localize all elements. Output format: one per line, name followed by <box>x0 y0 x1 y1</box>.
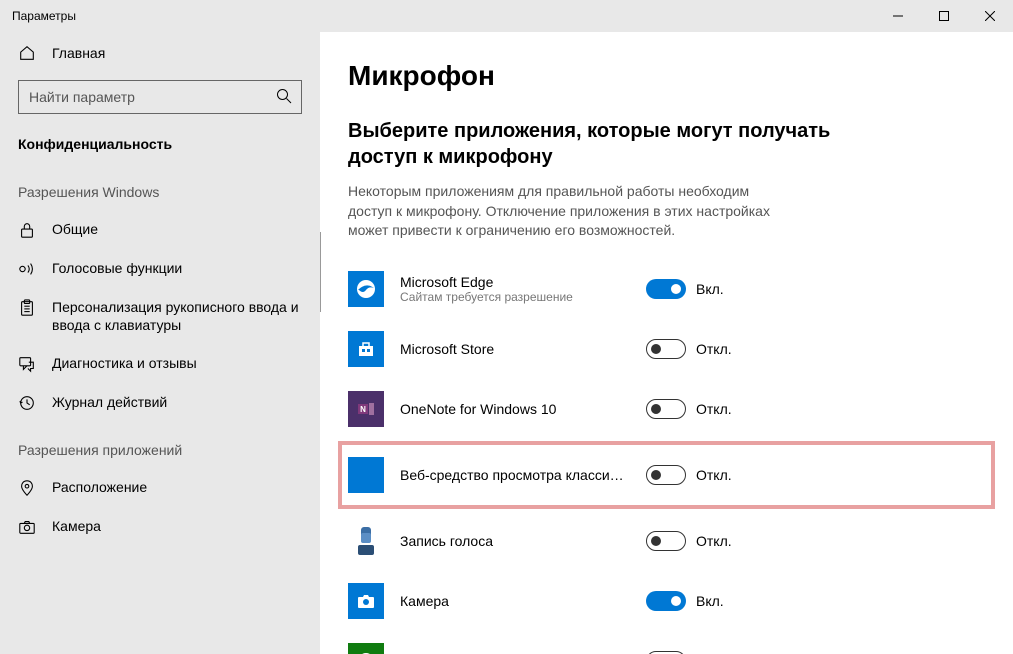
nav-label: Камера <box>52 517 302 535</box>
app-row-store: Microsoft Store Откл. <box>348 319 985 379</box>
nav-label: Расположение <box>52 478 302 496</box>
clipboard-icon <box>18 299 36 317</box>
feedback-icon <box>18 355 36 373</box>
search-icon <box>276 88 292 104</box>
app-name: Microsoft Store <box>400 341 630 357</box>
section-app-perms: Разрешения приложений <box>0 422 320 468</box>
section-windows-perms: Разрешения Windows <box>0 164 320 210</box>
titlebar: Параметры <box>0 0 1013 32</box>
app-row-edge: Microsoft Edge Сайтам требуется разрешен… <box>348 259 985 319</box>
toggle-label: Откл. <box>696 401 732 417</box>
window-title: Параметры <box>12 9 875 23</box>
camera-app-icon <box>348 583 384 619</box>
app-row-webviewer: Веб-средство просмотра классиче... Откл. <box>348 445 985 505</box>
category-header: Конфиденциальность <box>0 128 320 164</box>
toggle-onenote[interactable] <box>646 399 686 419</box>
nav-home-label: Главная <box>52 45 105 61</box>
edge-icon <box>348 271 384 307</box>
voicerecorder-icon <box>348 523 384 559</box>
app-row-xbox: Компаньон консоли Xbox Откл. <box>348 631 985 654</box>
nav-inking[interactable]: Персонализация рукописного ввода и ввода… <box>0 288 320 344</box>
page-title: Микрофон <box>348 60 985 92</box>
app-name: Запись голоса <box>400 533 630 549</box>
search-input[interactable] <box>18 80 302 114</box>
speech-icon <box>18 260 36 278</box>
nav-activity[interactable]: Журнал действий <box>0 383 320 422</box>
history-icon <box>18 394 36 412</box>
sidebar: Главная Конфиденциальность Разрешения Wi… <box>0 32 320 654</box>
webviewer-icon <box>348 457 384 493</box>
section-title: Выберите приложения, которые могут получ… <box>348 118 848 170</box>
toggle-label: Вкл. <box>696 593 724 609</box>
section-desc: Некоторым приложениям для правильной раб… <box>348 182 788 241</box>
nav-camera[interactable]: Камера <box>0 507 320 546</box>
app-sub: Сайтам требуется разрешение <box>400 290 630 304</box>
lock-icon <box>18 221 36 239</box>
nav-diagnostics[interactable]: Диагностика и отзывы <box>0 344 320 383</box>
toggle-label: Откл. <box>696 533 732 549</box>
app-name: Microsoft Edge <box>400 274 630 290</box>
nav-label: Общие <box>52 220 302 238</box>
nav-label: Журнал действий <box>52 393 302 411</box>
nav-speech[interactable]: Голосовые функции <box>0 249 320 288</box>
svg-text:N: N <box>360 405 366 414</box>
home-icon <box>18 44 36 62</box>
close-button[interactable] <box>967 0 1013 32</box>
app-name: Веб-средство просмотра классиче... <box>400 467 630 483</box>
store-icon <box>348 331 384 367</box>
highlight-box: Веб-средство просмотра классиче... Откл. <box>338 441 995 509</box>
toggle-label: Вкл. <box>696 281 724 297</box>
app-name: Камера <box>400 593 630 609</box>
toggle-label: Откл. <box>696 467 732 483</box>
toggle-webviewer[interactable] <box>646 465 686 485</box>
toggle-edge[interactable] <box>646 279 686 299</box>
app-row-voicerecorder: Запись голоса Откл. <box>348 511 985 571</box>
app-row-camera: Камера Вкл. <box>348 571 985 631</box>
nav-label: Персонализация рукописного ввода и ввода… <box>52 298 302 334</box>
minimize-button[interactable] <box>875 0 921 32</box>
app-row-onenote: N OneNote for Windows 10 Откл. <box>348 379 985 439</box>
toggle-label: Откл. <box>696 341 732 357</box>
xbox-icon <box>348 643 384 654</box>
nav-home[interactable]: Главная <box>0 32 320 74</box>
nav-location[interactable]: Расположение <box>0 468 320 507</box>
nav-label: Диагностика и отзывы <box>52 354 302 372</box>
toggle-voice[interactable] <box>646 531 686 551</box>
maximize-button[interactable] <box>921 0 967 32</box>
onenote-icon: N <box>348 391 384 427</box>
content-pane: Микрофон Выберите приложения, которые мо… <box>320 32 1013 654</box>
camera-icon <box>18 518 36 536</box>
nav-label: Голосовые функции <box>52 259 302 277</box>
toggle-store[interactable] <box>646 339 686 359</box>
nav-general[interactable]: Общие <box>0 210 320 249</box>
location-icon <box>18 479 36 497</box>
toggle-camera[interactable] <box>646 591 686 611</box>
app-name: OneNote for Windows 10 <box>400 401 630 417</box>
